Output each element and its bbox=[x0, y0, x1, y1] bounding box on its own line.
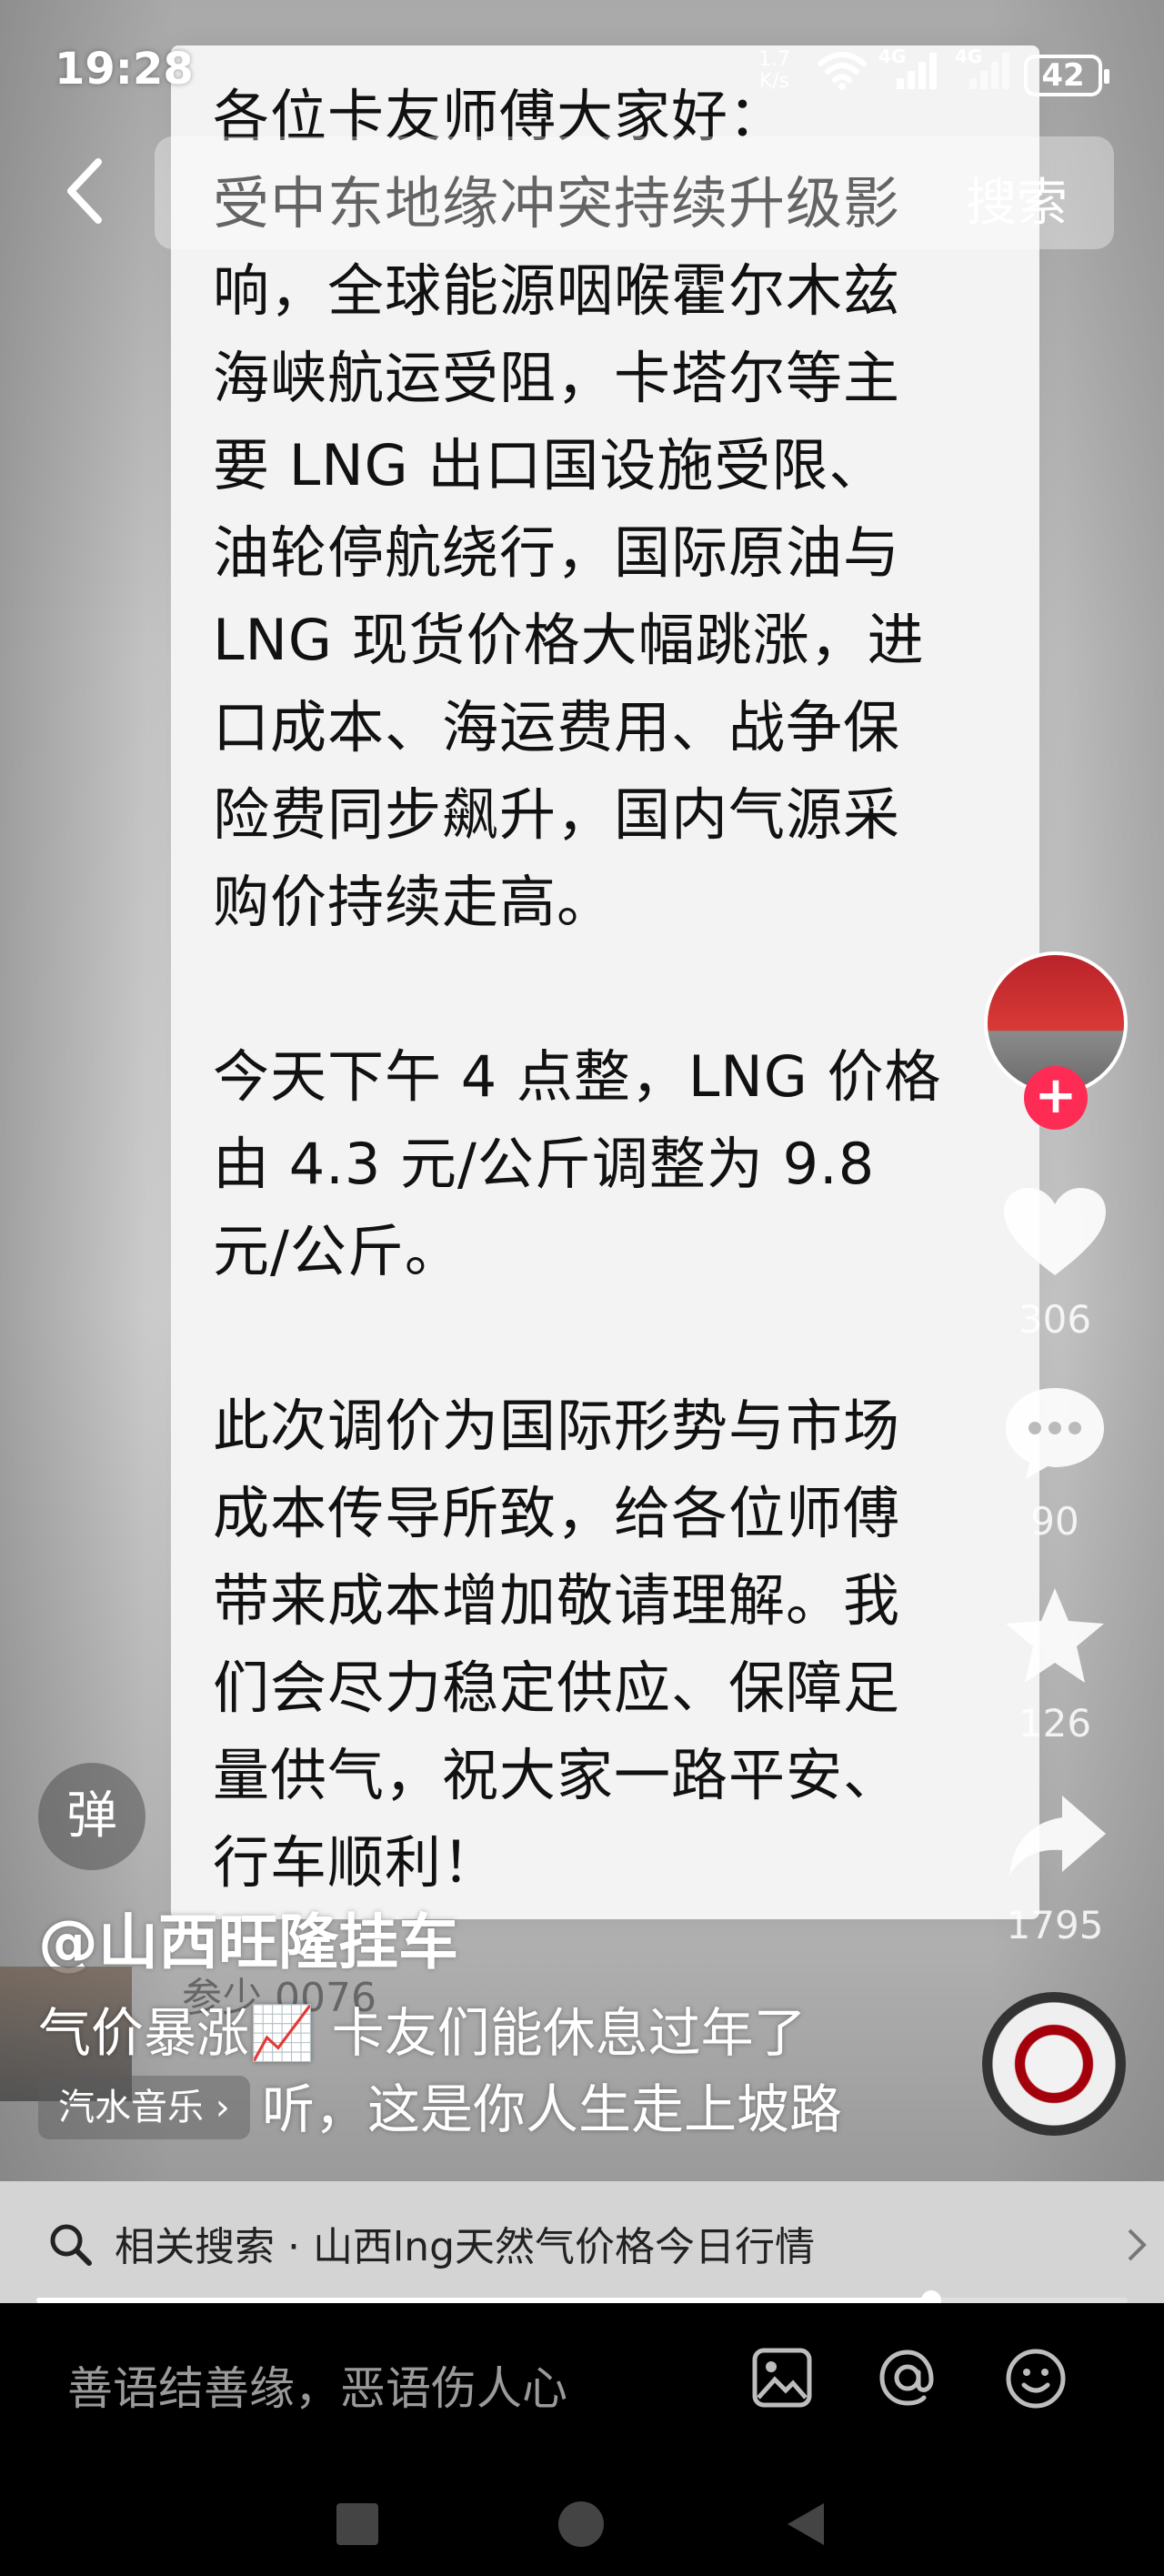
signal-icon-secondary bbox=[969, 53, 1009, 89]
share-arrow-icon[interactable] bbox=[1004, 1790, 1109, 1881]
emoji-icon[interactable] bbox=[1004, 2347, 1068, 2410]
caption-line-2: 听，这是你人生走上坡路 bbox=[262, 2078, 843, 2140]
caption-line-1: 气价暴涨📈 卡友们能休息过年了 bbox=[38, 2002, 807, 2064]
music-disc[interactable] bbox=[982, 1992, 1126, 2136]
network-speed-unit: K/s bbox=[758, 70, 790, 93]
nav-square-icon[interactable] bbox=[336, 2503, 378, 2545]
heart-icon[interactable] bbox=[1000, 1184, 1109, 1283]
music-chip[interactable]: 汽水音乐 › bbox=[38, 2076, 250, 2139]
follow-button[interactable]: + bbox=[1024, 1066, 1088, 1130]
network-speed: 1.7 K/s bbox=[758, 49, 790, 93]
battery-indicator: 42 bbox=[1024, 55, 1109, 96]
favorite-count: 126 bbox=[1018, 1701, 1092, 1746]
back-arrow-icon[interactable] bbox=[55, 155, 118, 227]
like-count: 306 bbox=[1018, 1297, 1092, 1342]
nav-triangle-icon[interactable] bbox=[784, 2500, 828, 2549]
status-time: 19:28 bbox=[55, 44, 194, 95]
chevron-right-icon bbox=[1128, 2229, 1147, 2261]
search-icon bbox=[50, 2224, 92, 2266]
nav-circle-icon[interactable] bbox=[558, 2501, 604, 2547]
star-icon[interactable] bbox=[1000, 1585, 1109, 1688]
message-text: 各位卡友师傅大家好： 受中东地缘冲突持续升级影 响，全球能源咽喉霍尔木兹 海峡航… bbox=[213, 83, 942, 1896]
image-icon[interactable] bbox=[751, 2347, 813, 2409]
danmu-toggle-button[interactable]: 弹 bbox=[38, 1763, 146, 1870]
wifi-icon bbox=[818, 52, 867, 90]
network-speed-value: 1.7 bbox=[758, 48, 790, 71]
search-button[interactable]: 搜索 bbox=[966, 162, 1068, 236]
at-icon[interactable] bbox=[875, 2345, 940, 2410]
share-count: 1795 bbox=[1006, 1903, 1104, 1947]
signal-icon bbox=[897, 53, 937, 89]
status-bar: 19:28 1.7 K/s 4G 4G 42 bbox=[0, 36, 1164, 109]
comment-bubble-icon[interactable] bbox=[1000, 1383, 1109, 1484]
related-search-text[interactable]: 相关搜索 · 山西lng天然气价格今日行情 bbox=[115, 2214, 815, 2272]
comment-input[interactable]: 善语结善缘，恶语伤人心 bbox=[67, 2352, 567, 2418]
comment-count: 90 bbox=[1030, 1499, 1079, 1544]
